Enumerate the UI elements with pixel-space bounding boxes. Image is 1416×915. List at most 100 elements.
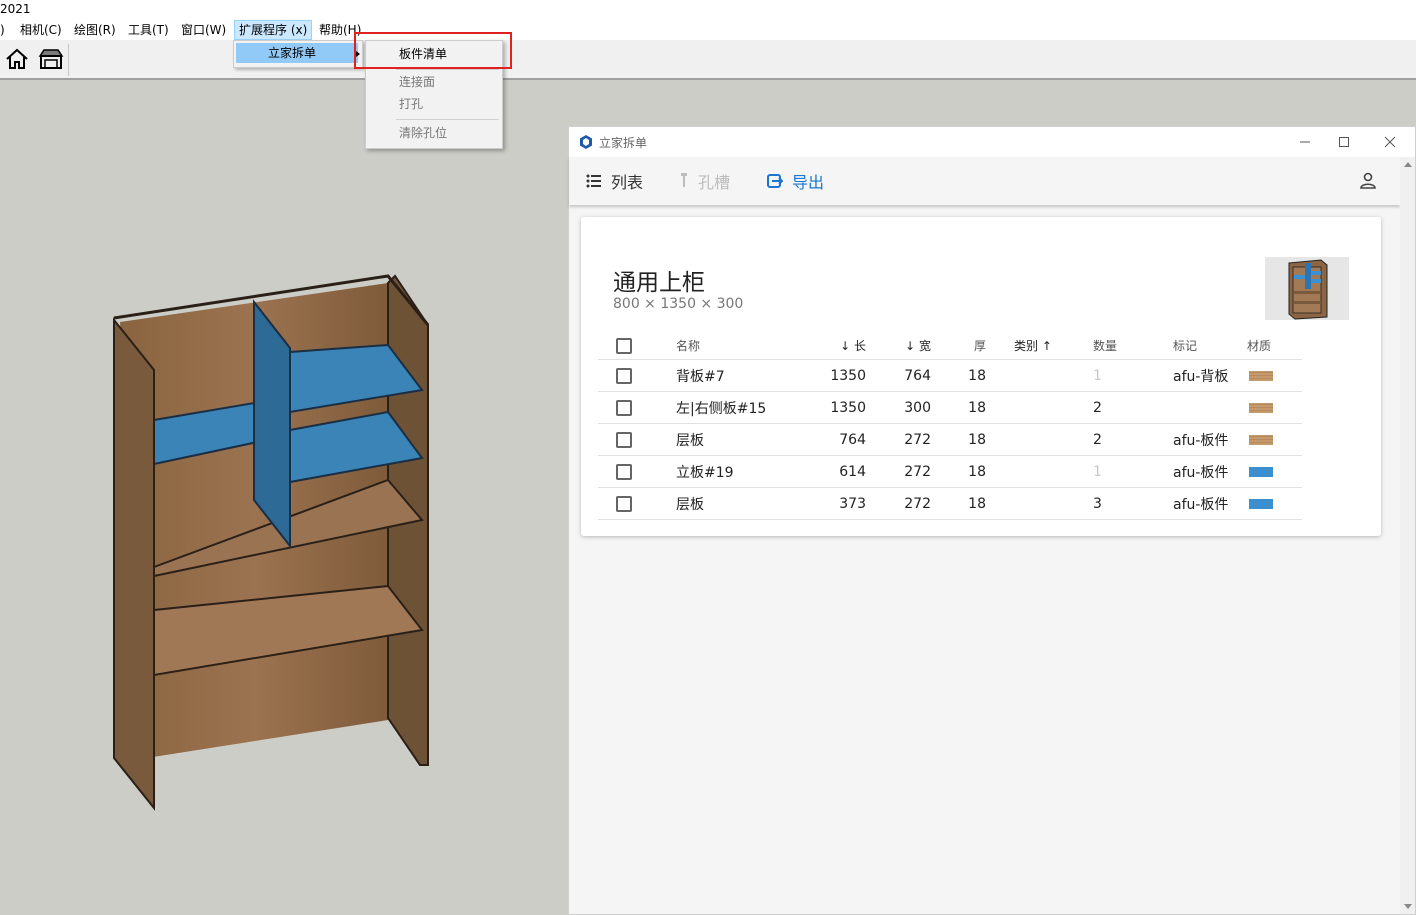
export-button[interactable]: 导出: [767, 169, 824, 193]
window-title: 立家拆单: [599, 136, 648, 150]
menu-item-window[interactable]: 窗口(W): [177, 21, 230, 39]
app-logo-icon: [580, 135, 592, 149]
table-row[interactable]: 层板 373 272 18 3 afu-板件: [598, 487, 1302, 520]
warehouse-icon[interactable]: [36, 44, 66, 74]
cell-length: 1350: [806, 391, 866, 424]
menu-drill[interactable]: 打孔: [366, 93, 502, 115]
menu-item-camera[interactable]: 相机(C): [16, 21, 66, 39]
cell-material: [1247, 391, 1302, 424]
slot-button[interactable]: 孔槽: [679, 169, 730, 193]
maximize-button[interactable]: [1332, 131, 1356, 153]
scroll-up-icon[interactable]: [1404, 162, 1412, 167]
cell-mark: afu-板件: [1141, 455, 1247, 488]
menu-item-tools[interactable]: 工具(T): [124, 21, 173, 39]
select-all-checkbox[interactable]: [616, 337, 632, 354]
cabinet-3d-model[interactable]: [100, 270, 440, 815]
window-titlebar: 立家拆单: [569, 127, 1415, 157]
slot-label: 孔槽: [698, 173, 731, 192]
user-icon: [1360, 172, 1376, 189]
row-checkbox[interactable]: [616, 399, 632, 416]
cell-name: 层板: [676, 487, 806, 520]
material-swatch: [1249, 402, 1273, 413]
material-swatch: [1249, 434, 1273, 445]
menu-item-extensions[interactable]: 扩展程序 (x): [234, 20, 313, 40]
cabinet-card: 通用上柜 800 × 1350 × 300 名称 ↓ 长 ↓ 宽 厚 类别 ↑ …: [581, 217, 1381, 536]
lijia-window: 立家拆单 列表 孔槽 导出 通用上柜 800 × 1350 × 300 名称 ↓…: [568, 126, 1416, 915]
app-title: 2021: [0, 2, 31, 16]
cell-name: 背板#7: [676, 359, 806, 392]
cabinet-dimensions: 800 × 1350 × 300: [613, 296, 744, 312]
list-button[interactable]: 列表: [586, 169, 643, 193]
cell-length: 614: [806, 455, 866, 488]
table-row[interactable]: 立板#19 614 272 18 1 afu-板件: [598, 455, 1302, 488]
cell-select: [598, 359, 676, 392]
menu-clear-holes[interactable]: 清除孔位: [366, 122, 502, 144]
col-material[interactable]: 材质: [1247, 332, 1302, 360]
list-label: 列表: [611, 173, 644, 192]
cell-material: [1247, 455, 1302, 488]
cell-mark: afu-板件: [1141, 423, 1247, 456]
col-category[interactable]: 类别 ↑: [986, 332, 1069, 360]
cabinet-thumbnail: [1265, 257, 1349, 320]
cell-mark: [1141, 391, 1247, 424]
submenu-lijia-label: 立家拆单: [268, 46, 317, 60]
cell-category: [986, 359, 1069, 392]
drill-icon: [681, 173, 687, 187]
cell-quantity: 2: [1069, 423, 1141, 456]
cell-thickness: 18: [931, 423, 986, 456]
cell-thickness: 18: [931, 359, 986, 392]
cell-length: 1350: [806, 359, 866, 392]
cell-select: [598, 455, 676, 488]
cell-name: 左|右侧板#15: [676, 391, 806, 424]
plugin-toolbar: 列表 孔槽 导出: [569, 157, 1400, 205]
close-button[interactable]: [1378, 131, 1402, 153]
cell-material: [1247, 487, 1302, 520]
menu-separator: [396, 69, 499, 70]
table-row[interactable]: 背板#7 1350 764 18 1 afu-背板: [598, 359, 1302, 392]
main-toolbar: [0, 40, 1416, 80]
submenu-lijia-chaidan[interactable]: 立家拆单: [236, 43, 360, 63]
cell-width: 272: [866, 423, 931, 456]
row-checkbox[interactable]: [616, 463, 632, 480]
app-titlebar: 2021: [0, 0, 1416, 20]
extensions-dropdown: 立家拆单: [233, 40, 363, 68]
cell-category: [986, 455, 1069, 488]
home-icon[interactable]: [2, 44, 32, 74]
row-checkbox[interactable]: [616, 367, 632, 384]
vertical-scrollbar[interactable]: [1400, 157, 1415, 914]
material-swatch: [1249, 466, 1273, 477]
cell-select: [598, 423, 676, 456]
cell-select: [598, 391, 676, 424]
col-mark[interactable]: 标记: [1141, 332, 1247, 360]
cell-mark: afu-背板: [1141, 359, 1247, 392]
minimize-icon: [1300, 141, 1310, 143]
col-width[interactable]: ↓ 宽: [866, 332, 931, 360]
close-icon: [1384, 136, 1396, 148]
cell-name: 立板#19: [676, 455, 806, 488]
account-button[interactable]: [1359, 169, 1377, 193]
row-checkbox[interactable]: [616, 431, 632, 448]
panel-list-table: 名称 ↓ 长 ↓ 宽 厚 类别 ↑ 数量 标记 材质 背板#7 1350 764 18…: [598, 332, 1302, 520]
cell-mark: afu-板件: [1141, 487, 1247, 520]
menu-item-view[interactable]: ): [0, 21, 9, 39]
col-length[interactable]: ↓ 长: [806, 332, 866, 360]
col-quantity[interactable]: 数量: [1069, 332, 1141, 360]
col-name[interactable]: 名称: [676, 332, 806, 360]
cell-material: [1247, 359, 1302, 392]
cell-width: 300: [866, 391, 931, 424]
row-checkbox[interactable]: [616, 495, 632, 512]
material-swatch: [1249, 370, 1273, 381]
cell-length: 764: [806, 423, 866, 456]
scroll-down-icon[interactable]: [1404, 904, 1412, 909]
toolbar-separator: [68, 44, 69, 76]
menu-item-draw[interactable]: 绘图(R): [70, 21, 120, 39]
col-thickness[interactable]: 厚: [931, 332, 986, 360]
minimize-button[interactable]: [1293, 131, 1317, 153]
cell-quantity: 3: [1069, 487, 1141, 520]
menu-connect-face[interactable]: 连接面: [366, 71, 502, 93]
table-header-row: 名称 ↓ 长 ↓ 宽 厚 类别 ↑ 数量 标记 材质: [598, 332, 1302, 360]
highlight-box: [354, 32, 512, 69]
cell-quantity: 1: [1069, 455, 1141, 488]
table-row[interactable]: 左|右侧板#15 1350 300 18 2: [598, 391, 1302, 424]
table-row[interactable]: 层板 764 272 18 2 afu-板件: [598, 423, 1302, 456]
